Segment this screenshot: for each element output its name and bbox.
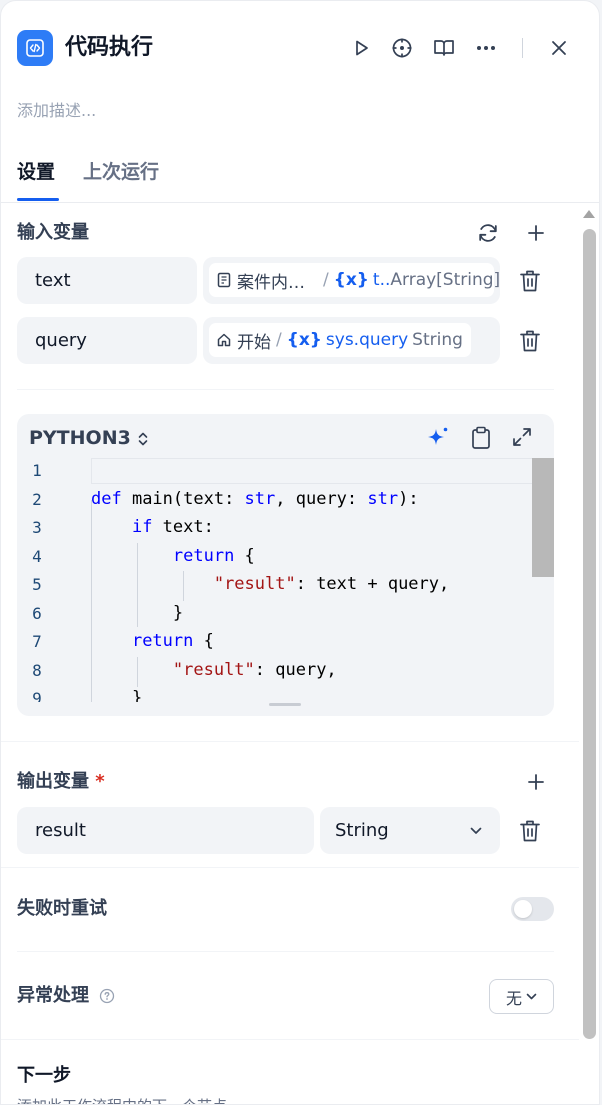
locate-icon[interactable] [388,34,416,62]
path-separator: / [276,330,282,350]
tab-last-run[interactable]: 上次运行 [83,159,159,185]
output-type-select[interactable]: String [320,807,500,854]
line-number: 9 [32,689,42,702]
input-variables-title: 输入变量 [17,222,89,243]
run-icon[interactable] [347,34,375,62]
editor-scrollbar[interactable] [532,458,554,577]
tabs-divider [1,202,599,203]
language-selector[interactable]: PYTHON3 [29,427,149,449]
code-node-panel: 代码执行 添加描述... 设置 上次运行 输入变量 text 案件内… / {x… [0,0,600,1105]
section-divider [1,867,579,868]
output-variables-title: 输出变量 * [17,771,105,792]
delete-input-icon[interactable] [519,269,541,293]
output-name-field[interactable]: result [17,807,314,854]
next-step-title: 下一步 [17,1065,71,1086]
variable-name: t.. [372,270,391,290]
variable-brace-icon: {x} [333,270,369,290]
section-divider [1,741,579,742]
source-node-name: 开始 [237,332,271,353]
panel-scrollbar-thumb[interactable] [583,229,596,1039]
description-input[interactable]: 添加描述... [17,97,96,121]
path-separator: / [323,270,329,290]
code-text-area[interactable]: 1 2 3 4 5 6 7 8 9 def main(text: str, qu… [17,458,554,702]
code-line: return { [131,631,214,651]
retry-toggle[interactable] [511,897,554,921]
code-line: if text: [131,517,214,537]
resize-handle[interactable] [269,703,301,706]
section-divider [17,389,554,390]
close-icon[interactable] [545,34,573,62]
variable-brace-icon: {x} [286,330,322,350]
current-line-highlight [91,458,554,484]
input-reference-field[interactable]: 案件内… / {x} t.. Array[String] [203,257,500,304]
section-divider [1,1039,579,1040]
node-title[interactable]: 代码执行 [65,31,153,65]
code-line: } [91,688,143,702]
refresh-icon[interactable] [475,220,501,246]
line-number: 3 [32,518,42,537]
add-output-icon[interactable] [523,769,549,795]
tab-settings[interactable]: 设置 [17,159,55,185]
line-number: 6 [32,604,42,623]
source-node-name: 案件内… [237,272,305,293]
code-line: "result": query, [172,660,337,680]
section-divider [17,951,554,952]
input-name-field[interactable]: text [17,257,197,304]
scroll-up-arrow-icon[interactable] [582,209,596,219]
delete-output-icon[interactable] [519,819,541,843]
line-number: 8 [32,661,42,680]
retry-label: 失败时重试 [17,898,107,919]
code-line: } [91,603,184,623]
input-reference-field[interactable]: 开始 / {x} sys.query String [203,317,500,364]
delete-input-icon[interactable] [519,329,541,353]
variable-chip: 案件内… / {x} t.. Array[String] [209,263,500,297]
line-number: 7 [32,632,42,651]
line-number: 2 [32,490,42,509]
variable-type: String [412,330,463,350]
ai-generate-icon[interactable] [425,425,451,451]
start-node-icon [217,333,231,347]
line-number: 4 [32,547,42,566]
clipboard-icon[interactable] [471,426,491,450]
variable-type: Array[String] [390,270,501,290]
code-node-icon [17,30,53,66]
code-editor[interactable]: PYTHON3 1 2 3 4 5 6 7 8 9 def main(text:… [17,414,554,716]
add-input-icon[interactable] [523,220,549,246]
help-icon[interactable] [99,988,115,1004]
chevron-updown-icon [137,431,149,447]
error-handling-label: 异常处理 [17,983,115,1009]
header-divider [522,38,523,58]
error-handling-select[interactable]: 无 [489,979,554,1014]
variable-chip: 开始 / {x} sys.query String [209,323,471,357]
required-mark: * [95,771,105,792]
variable-name: sys.query [325,330,409,350]
knowledge-node-icon [217,272,231,288]
more-icon[interactable] [472,34,500,62]
chevron-down-icon [470,827,482,835]
code-line: return { [172,546,255,566]
book-icon[interactable] [430,34,458,62]
expand-icon[interactable] [512,427,532,447]
line-number: 5 [32,575,42,594]
chevron-down-icon [526,993,537,1000]
next-step-subtitle: 添加此工作流程中的下一个节点 [17,1095,227,1104]
active-tab-underline [17,198,59,201]
line-number: 1 [32,461,42,480]
code-line: def main(text: str, query: str): [91,489,419,509]
code-line: "result": text + query, [213,574,450,594]
input-name-field[interactable]: query [17,317,197,364]
